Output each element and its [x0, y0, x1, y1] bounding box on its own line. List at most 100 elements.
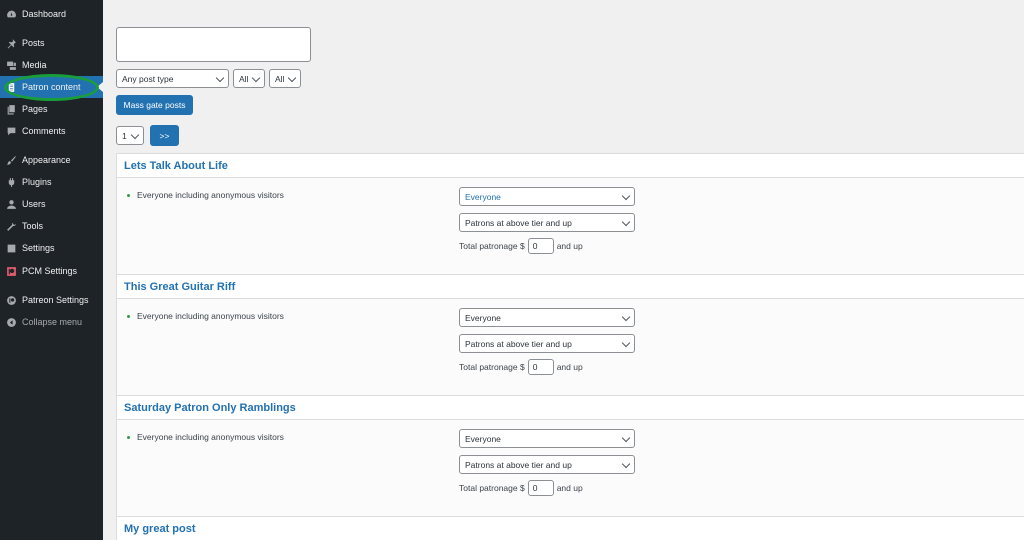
sidebar-item-label: Posts: [22, 38, 45, 48]
post-type-select[interactable]: Any post type: [116, 69, 229, 88]
next-page-button[interactable]: >>: [150, 125, 179, 146]
post-row: My great post: [117, 517, 1024, 540]
sidebar-item-label: Tools: [22, 221, 44, 231]
post-row: Saturday Patron Only Ramblings Everyone …: [117, 396, 1024, 517]
sidebar-item-dashboard[interactable]: Dashboard: [0, 3, 103, 25]
audience-value: Everyone: [465, 312, 501, 323]
post-row: This Great Guitar Riff Everyone includin…: [117, 275, 1024, 396]
mass-gate-posts-button[interactable]: Mass gate posts: [116, 95, 193, 115]
user-icon: [0, 199, 22, 210]
total-patronage-suffix: and up: [556, 241, 583, 251]
sidebar-item-label: Plugins: [22, 177, 52, 187]
chevron-down-icon: [621, 312, 631, 322]
sidebar-item-label: Collapse menu: [22, 317, 83, 327]
total-patronage-input[interactable]: [527, 359, 554, 375]
post-title[interactable]: Lets Talk About Life: [124, 160, 228, 172]
sidebar-item-label: PCM Settings: [22, 266, 78, 276]
sidebar-item-patreon-settings[interactable]: Patreon Settings: [0, 289, 103, 311]
post-row: Lets Talk About Life Everyone including …: [117, 154, 1024, 275]
post-title[interactable]: My great post: [124, 523, 196, 535]
sidebar-item-pcm-settings[interactable]: PCM Settings: [0, 260, 103, 282]
filter-3-value: All: [275, 73, 285, 84]
chevron-down-icon: [251, 73, 261, 83]
total-patronage: Total patronage $ and up: [459, 238, 583, 254]
filter-2-value: All: [239, 73, 249, 84]
chevron-down-icon: [287, 73, 297, 83]
status-dot: [127, 436, 130, 439]
sidebar-item-label: Pages: [22, 104, 48, 114]
sidebar-item-label: Settings: [22, 243, 55, 253]
sidebar-item-pages[interactable]: Pages: [0, 98, 103, 120]
page-select[interactable]: 1: [116, 126, 144, 145]
sidebar-item-comments[interactable]: Comments: [0, 120, 103, 142]
sidebar-item-label: Patreon Settings: [22, 295, 89, 305]
dashboard-icon: [0, 9, 22, 20]
sidebar-item-users[interactable]: Users: [0, 193, 103, 215]
post-settings: Everyone including anonymous visitors Ev…: [117, 299, 1024, 395]
visibility-text: Everyone including anonymous visitors: [137, 311, 284, 321]
sidebar-item-label: Patron content: [22, 82, 81, 92]
sidebar-item-posts[interactable]: Posts: [0, 32, 103, 54]
filter-select-3[interactable]: All: [269, 69, 301, 88]
tier-value: Patrons at above tier and up: [465, 338, 572, 349]
sidebar-item-label: Users: [22, 199, 46, 209]
sidebar-item-plugins[interactable]: Plugins: [0, 171, 103, 193]
status-dot: [127, 194, 130, 197]
tier-value: Patrons at above tier and up: [465, 217, 572, 228]
sidebar-item-patron-content[interactable]: Patron content: [0, 76, 103, 98]
chevron-down-icon: [621, 433, 631, 443]
tier-select[interactable]: Patrons at above tier and up: [459, 455, 635, 474]
audience-value: Everyone: [465, 433, 501, 444]
sidebar-item-media[interactable]: Media: [0, 54, 103, 76]
status-dot: [127, 315, 130, 318]
total-patronage-input[interactable]: [527, 480, 554, 496]
page-value: 1: [122, 130, 127, 141]
chevron-down-icon: [215, 73, 225, 83]
audience-select[interactable]: Everyone: [459, 308, 635, 327]
tier-select[interactable]: Patrons at above tier and up: [459, 334, 635, 353]
chevron-down-icon: [621, 217, 631, 227]
sidebar-collapse-menu[interactable]: Collapse menu: [0, 311, 103, 333]
settings-icon: [0, 243, 22, 254]
total-patronage-label: Total patronage $: [459, 241, 525, 251]
active-indicator: [97, 82, 103, 92]
chevron-down-icon: [621, 459, 631, 469]
sidebar-item-appearance[interactable]: Appearance: [0, 149, 103, 171]
audience-select[interactable]: Everyone: [459, 187, 635, 206]
search-textarea[interactable]: [116, 27, 311, 62]
post-settings: Everyone including anonymous visitors Ev…: [117, 178, 1024, 274]
admin-sidebar: Dashboard Posts Media Patron content Pag…: [0, 0, 103, 540]
media-icon: [0, 60, 22, 71]
sidebar-item-label: Comments: [22, 126, 66, 136]
tier-value: Patrons at above tier and up: [465, 459, 572, 470]
wrench-icon: [0, 221, 22, 232]
plug-icon: [0, 177, 22, 188]
patreon-square-icon: [0, 266, 22, 277]
brush-icon: [0, 155, 22, 166]
sidebar-item-label: Appearance: [22, 155, 71, 165]
total-patronage-label: Total patronage $: [459, 483, 525, 493]
post-title[interactable]: This Great Guitar Riff: [124, 281, 235, 293]
comment-icon: [0, 126, 22, 137]
filter-select-2[interactable]: All: [233, 69, 265, 88]
total-patronage-suffix: and up: [556, 483, 583, 493]
collapse-icon: [0, 317, 22, 328]
total-patronage-input[interactable]: [527, 238, 554, 254]
post-settings: Everyone including anonymous visitors Ev…: [117, 420, 1024, 516]
visibility-text: Everyone including anonymous visitors: [137, 432, 284, 442]
post-list: Lets Talk About Life Everyone including …: [116, 153, 1024, 540]
sidebar-item-tools[interactable]: Tools: [0, 215, 103, 237]
chevron-down-icon: [621, 191, 631, 201]
tier-select[interactable]: Patrons at above tier and up: [459, 213, 635, 232]
total-patronage-suffix: and up: [556, 362, 583, 372]
document-icon: [0, 82, 22, 93]
total-patronage: Total patronage $ and up: [459, 480, 583, 496]
pin-icon: [0, 38, 22, 49]
visibility-text: Everyone including anonymous visitors: [137, 190, 284, 200]
sidebar-item-settings[interactable]: Settings: [0, 237, 103, 259]
sidebar-item-label: Media: [22, 60, 47, 70]
audience-select[interactable]: Everyone: [459, 429, 635, 448]
post-title[interactable]: Saturday Patron Only Ramblings: [124, 402, 296, 414]
patreon-circle-icon: [0, 295, 22, 306]
audience-value: Everyone: [465, 191, 501, 202]
